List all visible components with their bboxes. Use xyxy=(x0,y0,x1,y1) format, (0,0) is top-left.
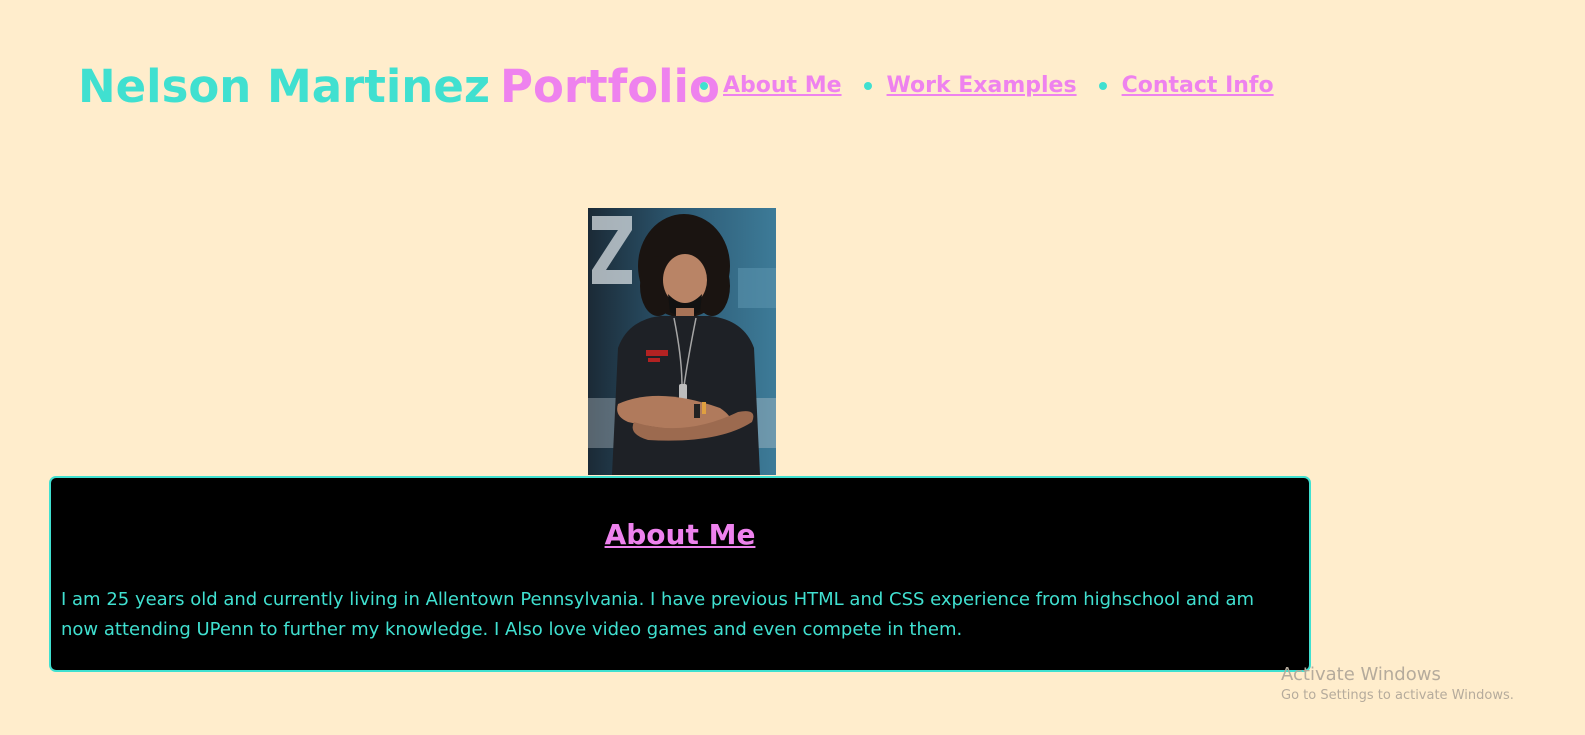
site-title-name: Nelson Martinez xyxy=(78,60,491,113)
site-title-portfolio: Portfolio xyxy=(500,60,720,113)
watermark-title: Activate Windows xyxy=(1281,664,1441,685)
bullet-icon xyxy=(1098,81,1107,90)
about-me-heading: About Me xyxy=(604,518,756,551)
nav-menu: About Me Work Examples Contact Info xyxy=(700,73,1296,98)
activate-windows-watermark: Activate Windows Go to Settings to activ… xyxy=(1281,664,1514,706)
bullet-icon xyxy=(700,81,708,90)
watermark-subtitle: Go to Settings to activate Windows. xyxy=(1281,688,1514,703)
nav-item-contact: Contact Info xyxy=(1098,73,1274,98)
bullet-icon xyxy=(863,81,872,90)
nav-link-contact-info[interactable]: Contact Info xyxy=(1122,73,1274,98)
nav-link-about-me[interactable]: About Me xyxy=(723,73,842,98)
site-header: Nelson Martinez Portfolio xyxy=(78,60,720,113)
nav-item-work: Work Examples xyxy=(863,73,1077,98)
nav-item-about: About Me xyxy=(700,73,842,98)
profile-photo xyxy=(588,208,776,475)
about-me-text: I am 25 years old and currently living i… xyxy=(61,589,1255,640)
profile-photo-image xyxy=(588,208,776,475)
about-me-card: About Me I am 25 years old and currently… xyxy=(49,476,1311,672)
nav-link-work-examples[interactable]: Work Examples xyxy=(887,73,1077,98)
